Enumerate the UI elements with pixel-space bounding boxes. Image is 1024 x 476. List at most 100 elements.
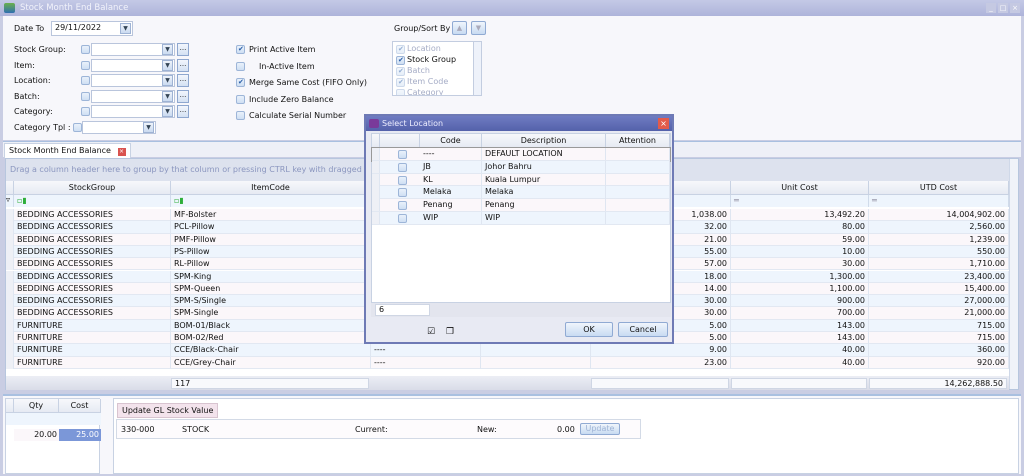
filter-cell[interactable]: ═ [869, 195, 1009, 207]
maximize-button[interactable]: □ [998, 3, 1008, 13]
group-sort-checkbox[interactable] [396, 56, 405, 65]
grid-footer: 117 14,262,888.50 [6, 376, 1009, 390]
location-row[interactable]: Melaka Melaka [372, 186, 670, 200]
group-sort-item[interactable]: Item Code [407, 77, 448, 86]
option-checkbox[interactable] [236, 111, 245, 120]
location-row[interactable]: JB Johor Bahru [372, 160, 670, 174]
table-row[interactable]: FURNITURE CCE/Black-Chair ---- 9.00 40.00 360… [6, 344, 1009, 357]
group-sort-checkbox[interactable] [396, 67, 405, 76]
dialog-title: Select Location [382, 119, 444, 128]
browse-button[interactable]: ... [177, 74, 189, 87]
field-checkbox[interactable] [81, 91, 90, 101]
field-label: Stock Group: [14, 45, 66, 54]
table-cell: BEDDING ACCESSORIES [14, 270, 171, 283]
table-row[interactable]: FURNITURE CCE/Grey-Chair ---- 23.00 40.00 920… [6, 356, 1009, 369]
category-tpl-combo[interactable]: ▼ [82, 121, 156, 134]
row-indicator [372, 199, 380, 212]
location-row[interactable]: KL Kuala Lumpur [372, 173, 670, 187]
qty-cell[interactable]: 20.00 [14, 429, 59, 441]
move-down-button[interactable]: ▼ [471, 21, 486, 35]
current-label: Current: [355, 425, 388, 434]
table-cell: 2,560.00 [869, 221, 1009, 234]
field-checkbox[interactable] [81, 76, 90, 85]
cost-cell[interactable]: 25.00 [59, 429, 101, 441]
chevron-down-icon[interactable]: ▼ [162, 59, 173, 71]
column-header[interactable]: UTD Cost [869, 181, 1009, 195]
location-cell [606, 186, 670, 199]
field-combo[interactable]: ▼ [91, 58, 175, 72]
close-button[interactable]: × [1010, 3, 1020, 13]
cancel-button[interactable]: Cancel [618, 322, 668, 337]
location-row[interactable]: Penang Penang [372, 199, 670, 212]
field-combo[interactable]: ▼ [91, 89, 175, 103]
dialog-column-header[interactable]: Code [420, 134, 482, 148]
dialog-column-header[interactable]: Description [482, 134, 606, 148]
close-tab-icon[interactable]: × [117, 148, 126, 156]
filter-cell[interactable]: ═ [731, 195, 869, 207]
group-sort-item[interactable]: Location [407, 44, 441, 53]
location-checkbox[interactable] [398, 150, 407, 159]
table-cell: 40.00 [731, 356, 869, 369]
location-checkbox[interactable] [398, 201, 407, 211]
chevron-down-icon[interactable]: ▼ [162, 90, 173, 102]
group-sort-checkbox[interactable] [396, 78, 405, 87]
filter-cell[interactable]: ▫▮ [171, 195, 371, 207]
field-checkbox[interactable] [81, 107, 90, 116]
group-sort-item[interactable]: Category [407, 88, 444, 95]
unselect-all-icon[interactable]: ❐ [446, 327, 454, 337]
field-combo[interactable]: ▼ [91, 74, 175, 87]
dialog-close-icon[interactable]: × [658, 118, 669, 129]
browse-button[interactable]: ... [177, 58, 189, 72]
calendar-dropdown-icon[interactable]: ▼ [120, 23, 131, 34]
group-sort-item[interactable]: Batch [407, 66, 430, 75]
browse-button[interactable]: ... [177, 43, 189, 56]
app-icon [4, 3, 15, 13]
field-combo[interactable]: ▼ [91, 43, 175, 56]
location-checkbox[interactable] [398, 162, 407, 172]
column-header[interactable]: ItemCode [171, 181, 371, 195]
update-button[interactable]: Update [580, 423, 620, 435]
chevron-down-icon[interactable]: ▼ [162, 75, 173, 86]
move-up-button[interactable]: ▲ [452, 21, 467, 35]
chevron-down-icon[interactable]: ▼ [162, 44, 173, 55]
option-checkbox[interactable] [236, 94, 245, 104]
table-cell: 13,492.20 [731, 209, 869, 222]
option-checkbox[interactable] [236, 61, 245, 71]
tab-stock-month-end-balance[interactable]: Stock Month End Balance × [4, 143, 131, 158]
group-sort-checkbox[interactable] [396, 45, 405, 54]
location-checkbox[interactable] [398, 175, 407, 185]
field-combo[interactable]: ▼ [91, 105, 175, 118]
column-header[interactable]: StockGroup [14, 181, 171, 195]
qty-header[interactable]: Qty [14, 399, 59, 413]
location-row[interactable]: ---- DEFAULT LOCATION [371, 147, 671, 162]
header-corner [372, 134, 380, 148]
vertical-scrollbar[interactable] [1009, 159, 1018, 389]
field-checkbox[interactable] [81, 60, 90, 70]
select-all-icon[interactable]: ☑ [427, 327, 435, 337]
location-checkbox[interactable] [398, 188, 407, 198]
location-checkbox[interactable] [398, 214, 407, 223]
date-to-field[interactable]: 29/11/2022 ▼ [51, 21, 133, 36]
option-checkbox[interactable] [236, 45, 245, 54]
column-header[interactable]: Unit Cost [731, 181, 869, 195]
dialog-column-header[interactable]: Attention [606, 134, 670, 148]
chevron-down-icon[interactable]: ▼ [162, 106, 173, 117]
ok-button[interactable]: OK [565, 322, 613, 337]
row-indicator [6, 344, 14, 357]
group-sort-checkbox[interactable] [396, 89, 405, 95]
field-checkbox[interactable] [81, 45, 90, 54]
browse-button[interactable]: ... [177, 105, 189, 118]
filter-cell[interactable]: ▫▮ [14, 195, 171, 207]
option-checkbox[interactable] [236, 78, 245, 87]
category-tpl-checkbox[interactable] [73, 123, 82, 132]
tab-update-gl-stock-value[interactable]: Update GL Stock Value [117, 403, 219, 418]
cost-header[interactable]: Cost [59, 399, 101, 413]
group-sort-scrollbar[interactable] [473, 42, 481, 95]
group-sort-list[interactable]: Location Stock Group Batch Item Code Categor… [392, 41, 482, 96]
location-row[interactable]: WIP WIP [372, 212, 670, 225]
chevron-down-icon[interactable]: ▼ [143, 122, 154, 133]
minimize-button[interactable]: _ [986, 3, 996, 13]
table-cell: 550.00 [869, 245, 1009, 259]
browse-button[interactable]: ... [177, 89, 189, 103]
group-sort-item[interactable]: Stock Group [407, 55, 456, 64]
